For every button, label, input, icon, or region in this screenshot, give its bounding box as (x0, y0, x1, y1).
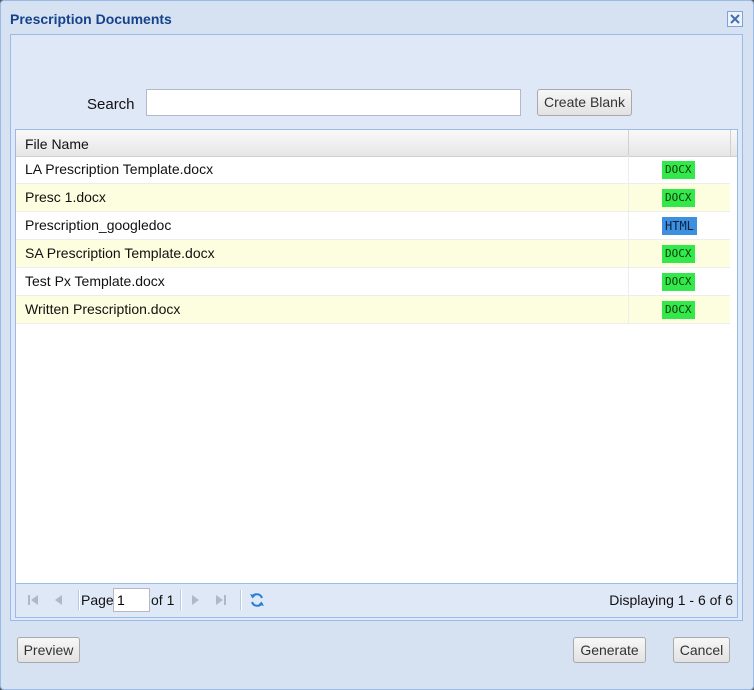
next-page-icon[interactable] (187, 592, 203, 608)
dialog-title: Prescription Documents (10, 11, 172, 27)
cell-divider (628, 184, 629, 211)
cell-divider (628, 268, 629, 295)
file-type-badge: HTML (662, 217, 697, 235)
documents-grid: File Name LA Prescription Template.docx D… (15, 129, 738, 618)
previous-page-icon[interactable] (51, 592, 67, 608)
close-icon (730, 14, 740, 24)
search-input[interactable] (146, 89, 521, 116)
column-divider (730, 130, 731, 156)
file-name-cell: Prescription_googledoc (25, 217, 172, 233)
refresh-icon[interactable] (249, 592, 265, 608)
paging-toolbar: Page of 1 Displaying 1 - 6 of 6 (16, 583, 737, 617)
paging-display-info: Displaying 1 - 6 of 6 (609, 592, 733, 608)
column-header-file-name[interactable]: File Name (25, 136, 89, 152)
page-number-input[interactable] (113, 588, 150, 612)
cell-divider (628, 212, 629, 239)
title-bar: Prescription Documents (1, 1, 753, 35)
table-row[interactable]: Test Px Template.docx DOCX (16, 268, 730, 296)
cell-divider (628, 240, 629, 267)
table-row[interactable]: SA Prescription Template.docx DOCX (16, 240, 730, 268)
file-name-cell: Presc 1.docx (25, 189, 106, 205)
grid-rows: LA Prescription Template.docx DOCX Presc 1… (16, 156, 730, 324)
file-type-badge: DOCX (662, 245, 695, 263)
preview-button[interactable]: Preview (17, 637, 80, 663)
close-button[interactable] (727, 11, 743, 27)
file-name-cell: SA Prescription Template.docx (25, 245, 215, 261)
cancel-button[interactable]: Cancel (673, 637, 730, 663)
table-row[interactable]: Presc 1.docx DOCX (16, 184, 730, 212)
toolbar-separator (240, 590, 242, 610)
prescription-documents-dialog: Prescription Documents Search Create Bla… (0, 0, 754, 690)
create-blank-button[interactable]: Create Blank (537, 89, 632, 116)
grid-header: File Name (16, 130, 737, 157)
file-name-cell: Test Px Template.docx (25, 273, 165, 289)
table-row[interactable]: LA Prescription Template.docx DOCX (16, 156, 730, 184)
generate-button[interactable]: Generate (573, 637, 646, 663)
toolbar-separator (180, 590, 182, 610)
column-divider (628, 130, 629, 156)
file-type-badge: DOCX (662, 189, 695, 207)
search-label: Search (87, 96, 135, 113)
page-label: Page (81, 592, 114, 608)
cell-divider (628, 296, 629, 323)
toolbar-separator (78, 590, 80, 610)
table-row[interactable]: Prescription_googledoc HTML (16, 212, 730, 240)
file-type-badge: DOCX (662, 273, 695, 291)
file-type-badge: DOCX (662, 301, 695, 319)
first-page-icon[interactable] (25, 592, 41, 608)
page-count-label: of 1 (151, 592, 175, 608)
table-row[interactable]: Written Prescription.docx DOCX (16, 296, 730, 324)
file-name-cell: LA Prescription Template.docx (25, 161, 214, 177)
file-name-cell: Written Prescription.docx (25, 301, 181, 317)
cell-divider (628, 156, 629, 183)
file-type-badge: DOCX (662, 161, 695, 179)
last-page-icon[interactable] (213, 592, 229, 608)
